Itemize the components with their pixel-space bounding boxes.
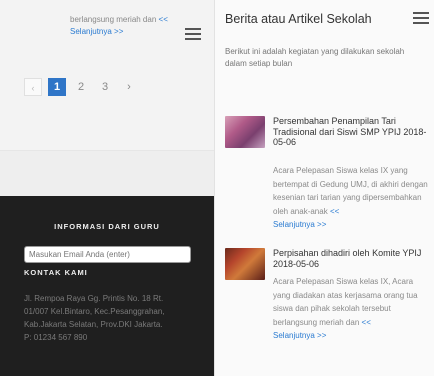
snippet-arrows: << [158, 15, 168, 24]
hamburger-menu-icon[interactable] [413, 12, 429, 24]
address-line: Kab.Jakarta Selatan, Prov.DKI Jakarta. [24, 320, 163, 329]
pagination-page-2[interactable]: 2 [72, 78, 90, 96]
left-mobile-screen: berlangsung meriah dan << Selanjutnya >>… [0, 0, 214, 376]
pagination-page-3[interactable]: 3 [96, 78, 114, 96]
phone-number: P: 01234 567 890 [24, 333, 88, 342]
article-item: Perpisahan dihadiri oleh Komite YPIJ 201… [225, 248, 431, 358]
read-more-link[interactable]: Selanjutnya >> [273, 220, 326, 229]
page-title: Berita atau Artikel Sekolah [225, 12, 372, 26]
article-title[interactable]: Perpisahan dihadiri oleh Komite YPIJ 201… [273, 248, 431, 269]
read-more-link[interactable]: Selanjutnya >> [70, 27, 123, 36]
section-divider [0, 150, 214, 196]
contact-address: Jl. Rempoa Raya Gg. Printis No. 18 Rt. 0… [24, 292, 206, 344]
pagination: ‹ 1 2 3 › [24, 78, 144, 96]
address-line: Jl. Rempoa Raya Gg. Printis No. 18 Rt. [24, 294, 164, 303]
article-item: Persembahan Penampilan Tari Tradisional … [225, 116, 431, 240]
email-input[interactable] [24, 246, 191, 263]
right-mobile-screen: Berita atau Artikel Sekolah Berikut ini … [214, 0, 434, 376]
article-excerpt: Acara Pelepasan Siswa kelas IX, Acara ya… [273, 275, 431, 343]
article-title[interactable]: Persembahan Penampilan Tari Tradisional … [273, 116, 431, 148]
excerpt-arrows: << [361, 317, 371, 327]
pagination-page-1[interactable]: 1 [48, 78, 66, 96]
excerpt-text: Acara Pelepasan Siswa kelas IX, Acara ya… [273, 277, 418, 327]
snippet-text: berlangsung meriah dan [70, 15, 157, 24]
pagination-prev[interactable]: ‹ [24, 78, 42, 96]
read-more-link[interactable]: Selanjutnya >> [273, 331, 326, 340]
info-heading: INFORMASI DARI GURU [54, 222, 160, 231]
excerpt-text: Acara Pelepasan Siswa kelas IX yang bert… [273, 166, 428, 216]
article-excerpt: Acara Pelepasan Siswa kelas IX yang bert… [273, 164, 431, 232]
address-line: 01/007 Kel.Bintaro, Kec.Pesanggrahan, [24, 307, 165, 316]
contact-heading: KONTAK KAMI [24, 268, 88, 277]
intro-text: Berikut ini adalah kegiatan yang dilakuk… [225, 47, 405, 68]
hamburger-menu-icon[interactable] [185, 28, 201, 40]
excerpt-arrows: << [329, 206, 340, 216]
footer: INFORMASI DARI GURU KONTAK KAMI Jl. Remp… [0, 196, 214, 376]
article-thumbnail-image[interactable] [225, 116, 265, 148]
pagination-next[interactable]: › [120, 78, 138, 96]
article-thumbnail-image[interactable] [225, 248, 265, 280]
